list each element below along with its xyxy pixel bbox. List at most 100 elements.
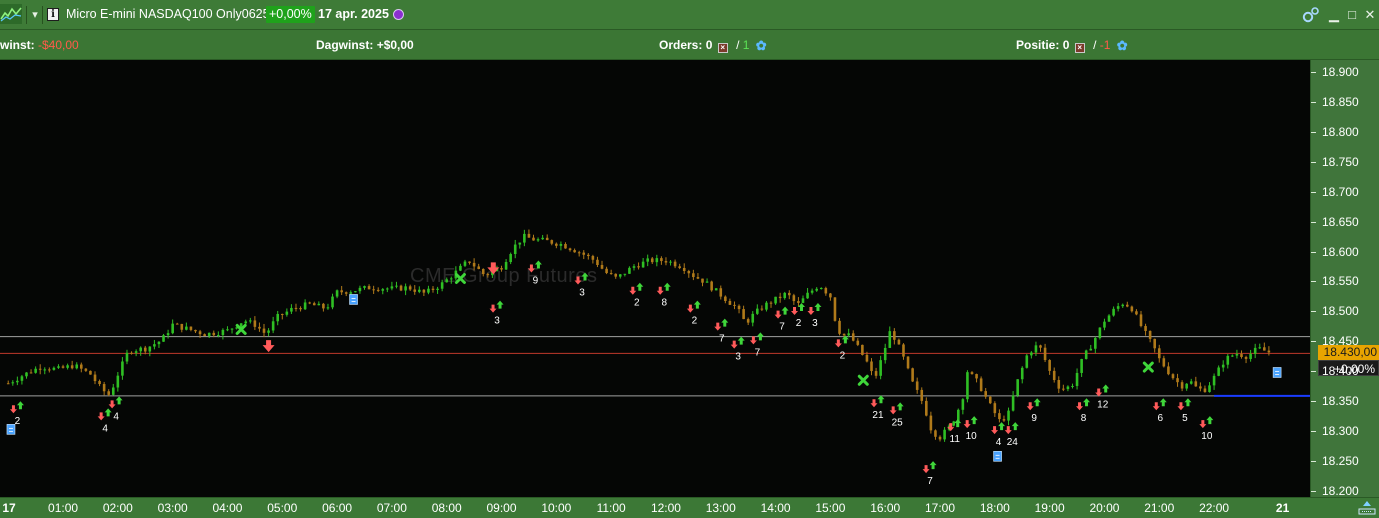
- instrument-name[interactable]: Micro E-mini NASDAQ100 Only0625: [66, 7, 270, 21]
- sell-arrow-icon[interactable]: [629, 286, 637, 295]
- sell-arrow-icon[interactable]: [97, 412, 105, 421]
- buy-arrow-icon[interactable]: [798, 303, 806, 312]
- candle-body: [267, 330, 270, 333]
- candle-body: [207, 332, 211, 337]
- note-icon[interactable]: [993, 450, 1002, 462]
- buy-arrow-icon[interactable]: [814, 303, 822, 312]
- sell-arrow-icon[interactable]: [991, 426, 999, 435]
- sell-arrow-icon[interactable]: [870, 399, 878, 408]
- price-tick-label: 18.550: [1322, 274, 1359, 289]
- buy-arrow-icon[interactable]: [877, 395, 885, 404]
- sell-arrow-icon[interactable]: [889, 406, 897, 415]
- price-tick-mark: [1311, 461, 1316, 463]
- sell-arrow-icon[interactable]: [487, 262, 500, 275]
- sell-arrow-icon[interactable]: [686, 304, 694, 313]
- sell-arrow-icon[interactable]: [791, 307, 799, 316]
- buy-arrow-icon[interactable]: [970, 416, 978, 425]
- sell-arrow-icon[interactable]: [1004, 426, 1012, 435]
- sell-arrow-icon[interactable]: [1026, 402, 1034, 411]
- sell-arrow-icon[interactable]: [9, 405, 17, 414]
- buy-arrow-icon[interactable]: [1206, 416, 1214, 425]
- sell-arrow-icon[interactable]: [1076, 402, 1084, 411]
- sell-arrow-icon[interactable]: [489, 304, 497, 313]
- scroll-to-end-icon[interactable]: [1356, 499, 1378, 517]
- chevron-down-icon[interactable]: ▾: [28, 6, 42, 24]
- sell-arrow-icon[interactable]: [262, 340, 275, 353]
- sell-arrow-icon[interactable]: [656, 286, 664, 295]
- sell-arrow-icon[interactable]: [574, 276, 582, 285]
- buy-arrow-icon[interactable]: [1011, 422, 1019, 431]
- sell-arrow-icon[interactable]: [714, 322, 722, 331]
- app-logo-icon[interactable]: [0, 4, 22, 24]
- note-icon[interactable]: [349, 294, 358, 305]
- candle-body: [1121, 304, 1125, 307]
- buy-arrow-icon[interactable]: [929, 461, 937, 470]
- sell-arrow-icon[interactable]: [749, 336, 757, 345]
- sell-arrow-icon[interactable]: [1199, 420, 1207, 429]
- minimize-button[interactable]: ▁: [1325, 4, 1343, 26]
- candle-body: [545, 237, 549, 241]
- buy-arrow-icon[interactable]: [998, 422, 1006, 431]
- buy-arrow-icon[interactable]: [581, 272, 589, 281]
- candle-body: [299, 308, 302, 310]
- buy-arrow-icon[interactable]: [663, 282, 671, 291]
- buy-arrow-icon[interactable]: [16, 401, 24, 410]
- close-button[interactable]: ✕: [1361, 4, 1379, 26]
- chart-plot-area[interactable]: CME Group Futures 2 4 4 3 9 3 2 8 2 7 3 7 7 2 3 2 21 25 7 1…: [0, 60, 1310, 497]
- status-dot-icon[interactable]: [393, 9, 404, 20]
- exit-marker-icon[interactable]: [857, 374, 869, 386]
- exit-marker-icon[interactable]: [1142, 361, 1154, 373]
- sell-arrow-icon[interactable]: [527, 264, 535, 273]
- sell-arrow-icon[interactable]: [730, 340, 738, 349]
- sell-arrow-icon[interactable]: [922, 465, 930, 474]
- settings-gear-icon[interactable]: [1301, 6, 1321, 24]
- sell-arrow-icon[interactable]: [1152, 402, 1160, 411]
- buy-arrow-icon[interactable]: [756, 332, 764, 341]
- candle-body: [436, 288, 439, 290]
- candle-body: [870, 361, 873, 372]
- note-icon[interactable]: [6, 424, 16, 435]
- positie-settings-icon[interactable]: ✿: [1117, 38, 1128, 54]
- buy-arrow-icon[interactable]: [737, 336, 745, 345]
- sell-arrow-icon[interactable]: [1095, 388, 1103, 397]
- buy-arrow-icon[interactable]: [1083, 398, 1091, 407]
- buy-arrow-icon[interactable]: [636, 282, 644, 291]
- price-axis[interactable]: 18.430,00 +0,00% 18.900 18.850 18.800 18.75…: [1310, 60, 1379, 498]
- candle-body: [1075, 372, 1079, 386]
- buy-arrow-icon[interactable]: [781, 306, 789, 315]
- buy-arrow-icon[interactable]: [693, 300, 701, 309]
- candle-body: [399, 285, 403, 291]
- sell-arrow-icon[interactable]: [774, 310, 782, 319]
- exit-marker-icon[interactable]: [454, 273, 466, 284]
- buy-arrow-icon[interactable]: [896, 402, 904, 411]
- maximize-button[interactable]: □: [1343, 4, 1361, 26]
- candle-body: [536, 239, 540, 241]
- buy-arrow-icon[interactable]: [1033, 398, 1041, 407]
- buy-arrow-icon[interactable]: [104, 408, 112, 417]
- buy-arrow-icon[interactable]: [1102, 384, 1110, 393]
- sell-arrow-icon[interactable]: [108, 400, 116, 409]
- sell-arrow-icon[interactable]: [963, 420, 971, 429]
- sell-arrow-icon[interactable]: [834, 339, 842, 348]
- sell-arrow-icon[interactable]: [1177, 402, 1185, 411]
- price-chart-svg[interactable]: 2443932 8273 77 2 322125711 104 249 8126 510: [0, 60, 1310, 497]
- buy-arrow-icon[interactable]: [115, 396, 123, 405]
- buy-arrow-icon[interactable]: [1184, 398, 1192, 407]
- info-icon[interactable]: i: [47, 8, 59, 21]
- buy-arrow-icon[interactable]: [496, 300, 504, 309]
- close-position-icon[interactable]: ×: [1074, 43, 1085, 53]
- candle-body: [655, 258, 659, 263]
- candle-body: [682, 267, 686, 271]
- buy-arrow-icon[interactable]: [534, 260, 542, 269]
- candle-body: [600, 264, 604, 269]
- buy-arrow-icon[interactable]: [954, 419, 962, 428]
- buy-arrow-icon[interactable]: [1159, 398, 1167, 407]
- time-axis[interactable]: 17 01:00 02:00 03:00 04:00 05:00 06:00 07:00 08:…: [0, 497, 1379, 518]
- candle-body: [358, 287, 362, 292]
- candle-body: [157, 341, 161, 345]
- orders-settings-icon[interactable]: ✿: [756, 38, 767, 54]
- buy-arrow-icon[interactable]: [721, 318, 729, 327]
- cancel-orders-icon[interactable]: ×: [717, 43, 728, 53]
- sell-arrow-icon[interactable]: [807, 307, 815, 316]
- note-icon[interactable]: [1272, 367, 1282, 378]
